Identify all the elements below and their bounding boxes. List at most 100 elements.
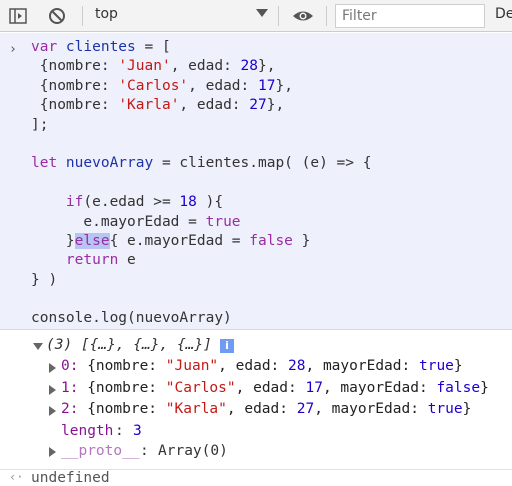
code-token: ]; bbox=[31, 116, 49, 133]
sidebar-toggle-icon[interactable] bbox=[9, 7, 27, 25]
info-icon[interactable]: i bbox=[220, 339, 234, 353]
code-token: 17 bbox=[258, 77, 276, 94]
length-key: length bbox=[61, 423, 114, 439]
code-token: (e.edad >= bbox=[83, 194, 180, 211]
toolbar-separator bbox=[82, 6, 83, 26]
clear-console-icon[interactable] bbox=[48, 7, 66, 25]
code-line: console.log(nuevoArray) bbox=[31, 309, 371, 328]
item-token: 17 bbox=[305, 379, 323, 396]
code-token: 'Karla' bbox=[118, 97, 180, 114]
item-token: 28 bbox=[288, 358, 306, 374]
entry-divider bbox=[0, 329, 512, 330]
code-block[interactable]: var clientes = [ {nombre: 'Juan', edad: … bbox=[31, 38, 371, 329]
code-token: false bbox=[249, 232, 293, 249]
code-line: return e bbox=[31, 251, 371, 270]
code-token: } ) bbox=[31, 271, 58, 288]
code-token: } bbox=[31, 232, 75, 249]
item-token: 27 bbox=[296, 401, 315, 417]
proto-value: Array(0) bbox=[158, 443, 228, 459]
code-token: }, bbox=[266, 97, 285, 114]
item-token: , edad: bbox=[226, 401, 297, 417]
item-token: 0: bbox=[61, 358, 79, 374]
expand-proto-chevron-icon[interactable] bbox=[49, 447, 56, 457]
array-item-row[interactable]: 0: {nombre: "Juan", edad: 28, mayorEdad:… bbox=[61, 358, 463, 374]
item-token: {nombre: bbox=[78, 379, 166, 396]
code-line: }else{ e.mayorEdad = false } bbox=[31, 232, 371, 251]
code-line: var clientes = [ bbox=[31, 38, 371, 57]
code-token: nuevoArray bbox=[65, 155, 154, 172]
code-token: return bbox=[31, 252, 128, 269]
toolbar-separator bbox=[278, 6, 279, 26]
code-token: 'Carlos' bbox=[118, 77, 189, 94]
result-value: undefined bbox=[31, 470, 110, 486]
code-line: {nombre: 'Karla', edad: 27}, bbox=[31, 96, 371, 115]
expand-item-chevron-icon[interactable] bbox=[49, 384, 56, 395]
array-summary[interactable]: (3) [{…}, {…}, {…}] bbox=[46, 337, 212, 353]
code-token: }, bbox=[258, 58, 276, 75]
expand-array-chevron-icon[interactable] bbox=[33, 343, 43, 350]
code-line: e.mayorEdad = true bbox=[31, 213, 371, 232]
expand-item-chevron-icon[interactable] bbox=[49, 406, 56, 416]
item-token: , mayorEdad: bbox=[305, 358, 419, 374]
array-item-row[interactable]: 1: {nombre: "Carlos", edad: 17, mayorEda… bbox=[61, 380, 489, 396]
code-token: e bbox=[127, 252, 136, 269]
item-token: } bbox=[453, 358, 463, 374]
proto-key[interactable]: __proto__ bbox=[61, 443, 140, 459]
length-value: 3 bbox=[133, 423, 142, 439]
toolbar-separator bbox=[326, 6, 327, 26]
code-token: {nombre: bbox=[31, 77, 119, 94]
console-toolbar: top De bbox=[0, 0, 512, 32]
code-line: ]; bbox=[31, 116, 371, 135]
code-line: if(e.edad >= 18 ){ bbox=[31, 193, 371, 212]
default-levels-dropdown[interactable]: De bbox=[495, 6, 512, 22]
code-token: if bbox=[31, 194, 84, 211]
code-line: let nuevoArray = clientes.map( (e) => { bbox=[31, 154, 371, 173]
context-selector[interactable]: top bbox=[95, 6, 118, 22]
code-token: , edad: bbox=[179, 97, 250, 114]
code-token: = clientes.map( (e) => { bbox=[153, 155, 372, 172]
code-token: 'Juan' bbox=[118, 58, 171, 75]
filter-input[interactable] bbox=[335, 4, 485, 28]
code-token: 28 bbox=[240, 58, 259, 75]
code-token: , edad: bbox=[170, 58, 241, 75]
code-token: ){ bbox=[196, 194, 224, 211]
code-token: {nombre: bbox=[31, 97, 119, 114]
item-token: } bbox=[480, 379, 489, 396]
input-prompt-chevron-icon: › bbox=[9, 42, 17, 57]
code-token: } bbox=[292, 232, 311, 249]
item-token: , edad: bbox=[218, 358, 289, 374]
item-token: 1: bbox=[61, 379, 79, 396]
item-token: false bbox=[436, 379, 481, 396]
code-line: {nombre: 'Juan', edad: 28}, bbox=[31, 57, 371, 76]
code-token: else bbox=[74, 232, 110, 249]
code-token: true bbox=[205, 213, 241, 230]
code-token: 27 bbox=[249, 97, 267, 114]
code-token: var bbox=[31, 39, 66, 55]
item-token: true bbox=[418, 358, 454, 374]
item-token: , mayorEdad: bbox=[314, 401, 428, 417]
item-token: } bbox=[462, 401, 472, 417]
code-line: } ) bbox=[31, 271, 371, 290]
item-token: "Carlos" bbox=[165, 379, 236, 396]
code-token: }, bbox=[275, 77, 293, 94]
code-line: {nombre: 'Carlos', edad: 17}, bbox=[31, 77, 371, 96]
code-token: { e.mayorEdad = bbox=[109, 232, 250, 249]
item-token: true bbox=[427, 401, 463, 417]
item-token: "Karla" bbox=[165, 401, 227, 417]
expand-item-chevron-icon[interactable] bbox=[49, 363, 56, 373]
live-expression-eye-icon[interactable] bbox=[292, 7, 314, 25]
code-token: console.log(nuevoArray) bbox=[31, 310, 232, 327]
context-dropdown-chevron-icon[interactable] bbox=[256, 9, 268, 17]
code-token: 18 bbox=[179, 194, 197, 211]
item-token: , mayorEdad: bbox=[322, 379, 437, 396]
code-token: let bbox=[31, 155, 66, 172]
code-token: , edad: bbox=[188, 77, 258, 94]
code-token: clientes bbox=[65, 39, 136, 55]
code-token: {nombre: bbox=[31, 58, 119, 75]
item-token: 2: bbox=[61, 401, 79, 417]
array-item-row[interactable]: 2: {nombre: "Karla", edad: 27, mayorEdad… bbox=[61, 401, 471, 417]
code-token: e.mayorEdad = bbox=[31, 213, 206, 230]
item-token: {nombre: bbox=[78, 401, 166, 417]
